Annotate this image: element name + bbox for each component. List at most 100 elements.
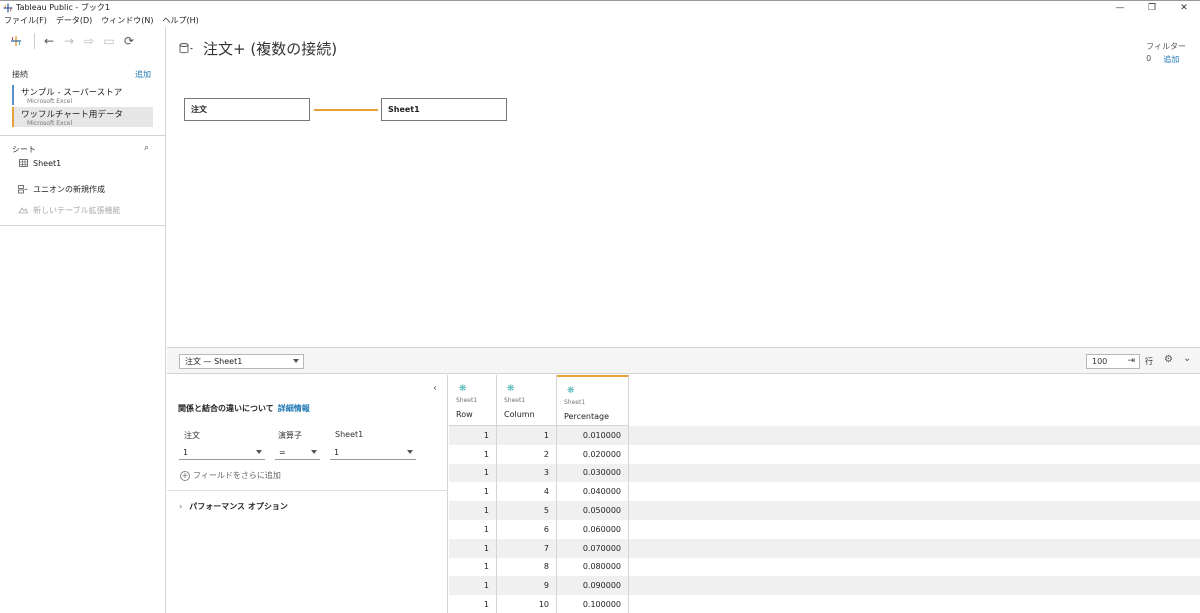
join-line[interactable] <box>314 109 378 111</box>
datasource-title-group: 注文+ (複数の接続) <box>179 38 337 59</box>
join-clause-value: 注文 — Sheet1 <box>185 357 243 366</box>
table-cell: 1 <box>449 482 497 502</box>
grid-table-icon <box>18 158 28 168</box>
plus-circle-icon: + <box>180 470 190 481</box>
measure-icon: ❋ <box>459 384 467 394</box>
table-row: 1 4 0.040000 <box>449 482 1200 502</box>
main-toolbar: ← → ⇨ ▭ ⟳ <box>0 27 165 54</box>
table-cell: 1 <box>449 576 497 596</box>
gear-icon[interactable]: ⚙ <box>1164 354 1173 365</box>
column-name: Percentage <box>564 412 610 421</box>
table-cell: 0.040000 <box>557 482 629 502</box>
search-icon[interactable]: ⌕ <box>144 143 149 153</box>
toolbar-divider <box>34 32 35 49</box>
panel-divider <box>167 490 448 491</box>
tableau-logo-icon[interactable] <box>8 33 24 49</box>
new-union-item[interactable]: ユニオンの新規作成 <box>18 184 105 195</box>
filters-label: フィルター <box>1146 42 1186 51</box>
join-info: 関係と結合の違いについて 詳細情報 <box>178 403 310 414</box>
table-cell: 1 <box>449 557 497 577</box>
column-header-row[interactable]: ❋ Sheet1 Row <box>449 375 497 426</box>
table-cell: 0.050000 <box>557 501 629 520</box>
collapse-panel-icon[interactable]: ‹ <box>433 383 437 394</box>
new-table-extension-item[interactable]: 新しいテーブル拡張機能 <box>18 205 121 216</box>
menu-file[interactable]: ファイル(F) <box>4 15 47 26</box>
table-box-sheet1[interactable]: Sheet1 <box>381 98 507 121</box>
column-header-percentage[interactable]: ❋ Sheet1 Percentage <box>557 375 629 426</box>
join-settings-panel: ‹ 関係と結合の違いについて 詳細情報 注文 演算子 Sheet1 1 = 1 +… <box>167 375 448 613</box>
table-cell: 5 <box>497 501 557 520</box>
datasource-title[interactable]: 注文+ (複数の接続) <box>203 38 337 59</box>
menu-data[interactable]: データ(D) <box>56 15 92 26</box>
title-bar: Tableau Public - ブック1 — ❐ ✕ <box>0 0 1200 14</box>
table-box-label: Sheet1 <box>388 105 420 114</box>
table-box-orders[interactable]: 注文 <box>184 98 310 121</box>
left-field-label: 注文 <box>184 431 200 440</box>
right-field-value: 1 <box>334 447 340 457</box>
table-row: 1 8 0.080000 <box>449 557 1200 577</box>
table-cell: 8 <box>497 557 557 577</box>
table-cell: 0.070000 <box>557 538 629 558</box>
column-header-column[interactable]: ❋ Sheet1 Column <box>497 375 557 426</box>
sheet-item-sheet1[interactable]: Sheet1 <box>18 158 61 168</box>
table-cell: 1 <box>449 538 497 558</box>
add-filter-link[interactable]: 追加 <box>1163 54 1179 65</box>
minimize-button[interactable]: — <box>1104 1 1136 15</box>
redo-dropdown-icon[interactable]: ⇨ <box>81 33 97 49</box>
filters-area: フィルター 0 追加 <box>1146 41 1186 65</box>
operator-select[interactable]: = <box>275 445 320 460</box>
chevron-down-icon <box>256 450 262 454</box>
sheet-name: Sheet1 <box>33 158 62 168</box>
union-icon <box>18 185 28 195</box>
restore-button[interactable]: ❐ <box>1136 1 1168 15</box>
table-row: 1 7 0.070000 <box>449 538 1200 558</box>
table-cell: 0.020000 <box>557 444 629 464</box>
table-cell: 1 <box>449 595 497 613</box>
chevron-right-icon: › <box>179 502 183 511</box>
left-field-select[interactable]: 1 <box>179 445 265 460</box>
add-more-fields[interactable]: + フィールドをさらに追加 <box>180 470 281 481</box>
refresh-icon[interactable]: ⟳ <box>121 33 137 49</box>
table-row: 1 6 0.060000 <box>449 519 1200 539</box>
back-arrow-icon[interactable]: ← <box>41 33 57 49</box>
chevron-down-icon[interactable]: ⌄ <box>1183 353 1191 364</box>
menu-window[interactable]: ウィンドウ(N) <box>101 15 153 26</box>
table-cell: 9 <box>497 576 557 596</box>
right-field-select[interactable]: 1 <box>330 445 416 460</box>
rows-count-input[interactable]: 100 ⇥ <box>1086 354 1140 369</box>
save-icon[interactable]: ▭ <box>101 33 117 49</box>
join-info-link[interactable]: 詳細情報 <box>278 404 310 413</box>
filters-count: 0 <box>1146 54 1152 63</box>
table-cell: 4 <box>497 482 557 502</box>
table-cell: 0.060000 <box>557 519 629 539</box>
database-icon[interactable] <box>179 42 193 56</box>
table-row: 1 10 0.100000 <box>449 595 1200 613</box>
table-cell: 10 <box>497 595 557 613</box>
table-cell: 6 <box>497 519 557 539</box>
table-cell: 1 <box>449 501 497 520</box>
close-button[interactable]: ✕ <box>1168 1 1200 15</box>
table-cell: 3 <box>497 463 557 483</box>
chevron-down-icon <box>293 359 299 363</box>
connection-name: サンプル - スーパーストア <box>21 88 123 98</box>
table-row: 1 3 0.030000 <box>449 463 1200 483</box>
column-name: Row <box>456 410 473 419</box>
data-preview-grid: ❋ Sheet1 Row ❋ Sheet1 Column ❋ Sheet1 Pe… <box>449 375 1200 613</box>
operator-label: 演算子 <box>278 431 302 440</box>
connection-item-waffle[interactable]: ワッフルチャート用データ Microsoft Excel <box>12 107 153 127</box>
table-cell: 0.030000 <box>557 463 629 483</box>
table-cell: 1 <box>449 444 497 464</box>
right-field-label: Sheet1 <box>335 430 364 439</box>
join-clause-select[interactable]: 注文 — Sheet1 <box>179 354 304 369</box>
column-source: Sheet1 <box>504 397 526 404</box>
performance-options[interactable]: › パフォーマンス オプション <box>179 501 288 512</box>
rows-count-value: 100 <box>1092 357 1108 366</box>
connection-item-superstore[interactable]: サンプル - スーパーストア Microsoft Excel <box>12 85 153 105</box>
measure-icon: ❋ <box>507 384 515 394</box>
menu-help[interactable]: ヘルプ(H) <box>162 15 198 26</box>
add-connection-link[interactable]: 追加 <box>135 69 151 80</box>
enter-arrow-icon[interactable]: ⇥ <box>1127 356 1135 366</box>
forward-arrow-icon[interactable]: → <box>61 33 77 49</box>
new-table-extension-label: 新しいテーブル拡張機能 <box>33 206 121 215</box>
connections-label: 接続 <box>12 70 28 79</box>
